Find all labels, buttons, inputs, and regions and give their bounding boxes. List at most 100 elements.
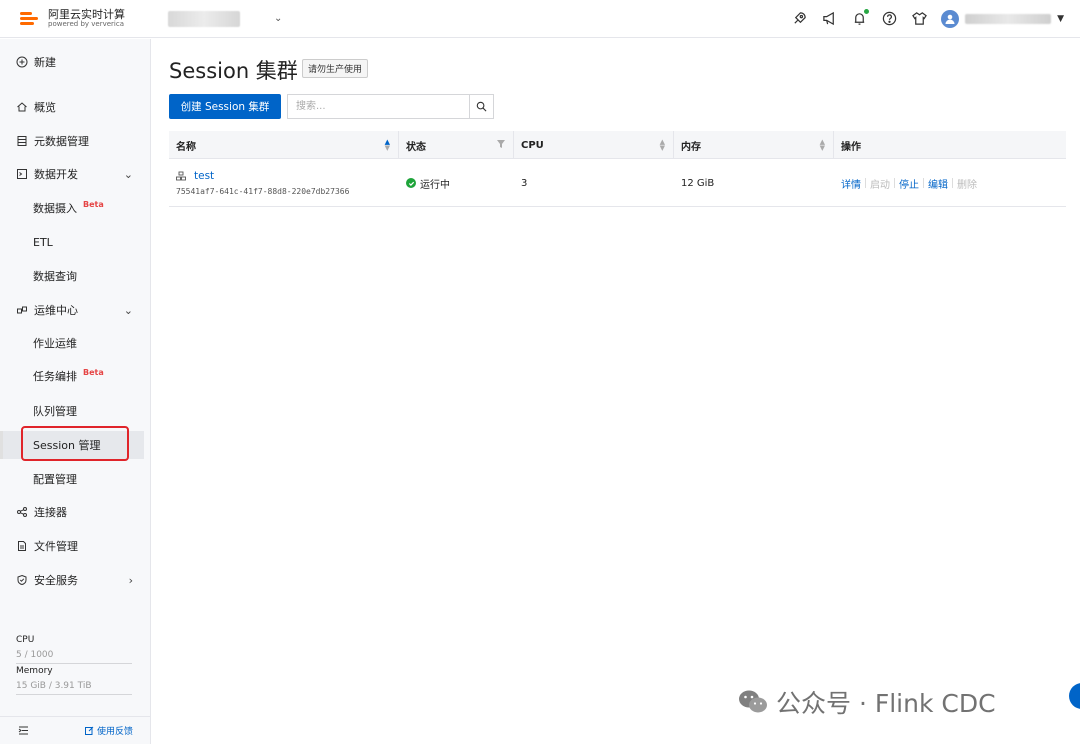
sidebar-item-label: 连接器: [34, 506, 67, 519]
sidebar-item-metadata[interactable]: 元数据管理: [0, 127, 151, 155]
beta-badge: Beta: [83, 367, 104, 377]
warning-tag: 请勿生产使用: [302, 59, 369, 78]
rocket-icon[interactable]: [791, 11, 807, 27]
user-avatar[interactable]: [941, 9, 960, 28]
sidebar: 新建 概览 元数据管理 数据开发 ⌄ 数据摄入 Beta ETL 数据查询 运维…: [0, 39, 151, 744]
sort-icon[interactable]: ▲ ▼: [660, 139, 665, 152]
shield-icon: [16, 574, 28, 586]
chevron-right-icon: ›: [128, 573, 133, 587]
session-id: 75541af7-641c-41f7-88d8-220e7db27366: [176, 187, 350, 196]
sidebar-item-overview[interactable]: 概览: [0, 93, 151, 121]
database-icon: [16, 135, 28, 147]
collapse-menu-icon[interactable]: [18, 725, 29, 736]
caret-down-icon[interactable]: ▼: [1057, 14, 1064, 24]
sidebar-item-orchestration[interactable]: 任务编排 Beta: [0, 362, 151, 390]
sort-icon[interactable]: ▲ ▼: [820, 139, 825, 152]
sidebar-item-label: 运维中心: [34, 304, 78, 317]
wechat-icon: [738, 689, 768, 715]
shirt-icon[interactable]: [911, 11, 927, 27]
help-icon[interactable]: [881, 11, 897, 27]
column-header-status[interactable]: 状态: [399, 131, 514, 159]
column-label: 状态: [406, 141, 426, 153]
sidebar-item-dev[interactable]: 数据开发 ⌄: [0, 160, 151, 188]
column-label: 名称: [176, 141, 196, 153]
sidebar-item-ingest[interactable]: 数据摄入 Beta: [0, 194, 151, 222]
sidebar-footer: 使用反馈: [0, 716, 151, 744]
search-input[interactable]: [288, 95, 469, 118]
sidebar-item-queue[interactable]: 队列管理: [0, 397, 151, 425]
watermark: 公众号 · Flink CDC: [738, 684, 996, 720]
plus-circle-icon: [16, 56, 28, 68]
home-icon: [16, 101, 28, 113]
highlight-annotation: [21, 426, 129, 461]
memory-value: 15 GiB / 3.91 TiB: [16, 681, 92, 691]
create-session-button[interactable]: 创建 Session 集群: [169, 94, 281, 119]
session-name-link[interactable]: test: [194, 170, 214, 182]
new-label: 新建: [34, 56, 56, 69]
edit-action[interactable]: 编辑: [924, 176, 952, 191]
new-button[interactable]: 新建: [0, 48, 151, 76]
memory-usage-bar: [16, 694, 132, 695]
filter-icon[interactable]: [497, 139, 505, 151]
sidebar-item-label: 任务编排: [33, 370, 77, 383]
stop-action[interactable]: 停止: [895, 176, 923, 191]
sidebar-item-connectors[interactable]: 连接器: [0, 498, 151, 526]
chevron-down-icon[interactable]: ⌄: [274, 13, 282, 24]
cluster-icon: [176, 171, 186, 181]
delete-action: 删除: [957, 179, 977, 191]
memory-label: Memory: [16, 666, 53, 676]
column-label: 内存: [681, 141, 701, 153]
search-icon[interactable]: [469, 95, 493, 118]
sidebar-item-job-ops[interactable]: 作业运维: [0, 329, 151, 357]
sidebar-item-label: 数据查询: [33, 270, 77, 283]
sidebar-item-label: 数据开发: [34, 168, 78, 181]
brand-mark-icon: [20, 10, 40, 28]
sidebar-item-query[interactable]: 数据查询: [0, 262, 151, 290]
sidebar-item-label: ETL: [33, 235, 53, 249]
start-action: 启动: [870, 179, 890, 191]
cell-status: 运行中: [399, 159, 514, 207]
terminal-icon: [16, 168, 28, 180]
column-header-cpu[interactable]: CPU ▲ ▼: [514, 131, 674, 159]
feedback-label: 使用反馈: [96, 727, 133, 737]
column-header-name[interactable]: 名称 ▲ ▼: [169, 131, 399, 159]
sidebar-item-label: 安全服务: [34, 574, 78, 587]
page-title: Session 集群: [169, 59, 298, 83]
cpu-value: 5 / 1000: [16, 650, 54, 660]
workspace-selector[interactable]: [168, 10, 240, 27]
sidebar-item-label: 概览: [34, 101, 56, 114]
brand-subtitle: powered by ververica: [48, 19, 125, 28]
top-header: 阿里云实时计算 powered by ververica ⌄ ▼: [0, 0, 1080, 38]
chevron-down-icon: ⌄: [123, 303, 133, 317]
cell-actions: 详情 启动 停止 编辑 删除: [834, 159, 1066, 207]
brand-logo[interactable]: 阿里云实时计算 powered by ververica: [0, 7, 160, 29]
column-header-memory[interactable]: 内存 ▲ ▼: [674, 131, 834, 159]
megaphone-icon[interactable]: [821, 11, 837, 27]
bell-icon[interactable]: [851, 7, 871, 27]
sidebar-item-label: 数据摄入: [33, 202, 77, 215]
column-label: 操作: [841, 141, 861, 153]
sidebar-item-config[interactable]: 配置管理: [0, 465, 151, 493]
cpu-label: CPU: [16, 635, 35, 645]
share-icon: [16, 506, 28, 518]
user-name[interactable]: [965, 13, 1052, 24]
feedback-link[interactable]: 使用反馈: [84, 724, 133, 737]
check-circle-icon: [406, 178, 416, 188]
beta-badge: Beta: [83, 199, 104, 209]
session-table: 名称 ▲ ▼ 状态 CPU ▲ ▼ 内存 ▲ ▼ 操作 test 75541af…: [169, 131, 1066, 207]
details-action[interactable]: 详情: [841, 176, 865, 191]
sidebar-item-ops[interactable]: 运维中心 ⌄: [0, 296, 151, 324]
sidebar-item-label: 队列管理: [33, 405, 77, 418]
sidebar-item-etl[interactable]: ETL: [0, 228, 151, 256]
cell-name: test 75541af7-641c-41f7-88d8-220e7db2736…: [169, 159, 399, 207]
watermark-text: 公众号 · Flink CDC: [776, 689, 996, 718]
table-row: test 75541af7-641c-41f7-88d8-220e7db2736…: [169, 159, 1066, 207]
sidebar-item-security[interactable]: 安全服务 ›: [0, 566, 151, 594]
column-label: CPU: [521, 139, 544, 151]
sidebar-item-label: 文件管理: [34, 540, 78, 553]
file-icon: [16, 540, 28, 552]
sort-icon[interactable]: ▲ ▼: [385, 139, 390, 152]
main-content: Session 集群 请勿生产使用 创建 Session 集群 名称 ▲▼ 状态…: [151, 39, 1080, 744]
sidebar-item-files[interactable]: 文件管理: [0, 532, 151, 560]
brand-title: 阿里云实时计算: [48, 7, 125, 21]
